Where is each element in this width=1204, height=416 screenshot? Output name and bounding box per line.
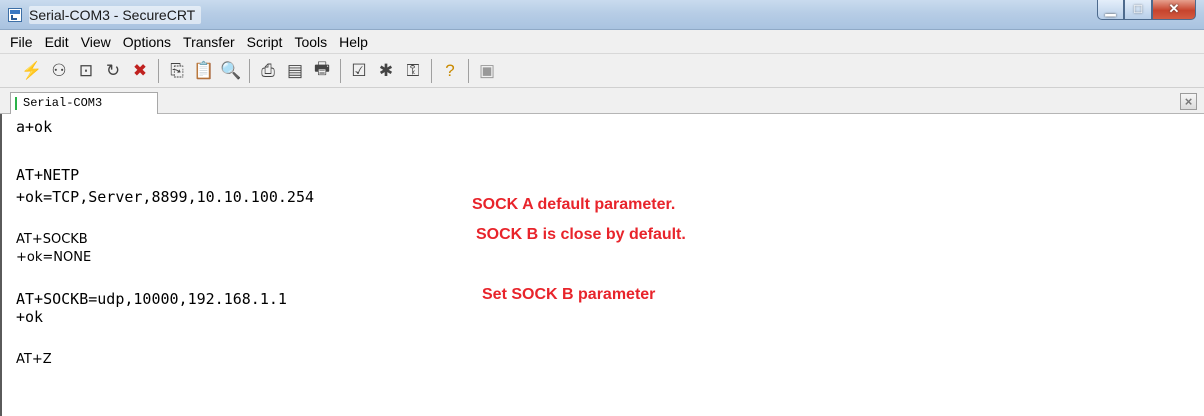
terminal-line: +ok — [16, 308, 44, 326]
disconnect-icon[interactable]: ✖ — [128, 59, 152, 83]
menu-script[interactable]: Script — [241, 31, 289, 53]
close-button[interactable]: ✕ — [1152, 0, 1196, 20]
annotation-sock-b-closed: SOCK B is close by default. — [476, 226, 686, 243]
connected-status-indicator — [15, 97, 17, 110]
global-options-icon[interactable]: ✱ — [374, 59, 398, 83]
find-icon[interactable]: 🔍 — [219, 59, 243, 83]
session-options-icon[interactable]: ☑ — [347, 59, 371, 83]
menu-help[interactable]: Help — [333, 31, 374, 53]
window-controls: ▁ □ ✕ — [1097, 0, 1196, 20]
terminal-line: AT+SOCKB — [16, 232, 88, 247]
connect-in-tab-icon[interactable]: ⊡ — [74, 59, 98, 83]
toolbar-separator — [158, 58, 159, 83]
terminal-line: a+ok — [16, 118, 53, 136]
toolbar: ⚡ ⚇ ⊡ ↻ ✖ ⎘ 📋 🔍 ⎙ ▤ 🖶 ☑ ✱ ⚿ ? ▣ — [0, 54, 1204, 88]
toolbar-separator — [249, 58, 250, 83]
tab-label: Serial-COM3 — [23, 96, 103, 110]
annotation-sock-a: SOCK A default parameter. — [472, 196, 676, 213]
toolbar-separator — [340, 58, 341, 83]
close-icon: ✕ — [1168, 1, 1180, 16]
terminal-line: AT+SOCKB=udp,10000,192.168.1.1 — [16, 290, 287, 308]
terminal-line: AT+Z — [16, 352, 52, 367]
toolbar-separator — [431, 58, 432, 83]
menu-edit[interactable]: Edit — [39, 31, 75, 53]
title-bar: Serial-COM3 - SecureCRT ▁ □ ✕ — [0, 0, 1204, 30]
session-tab-bar: Serial-COM3 × — [0, 88, 1204, 114]
reconnect-icon[interactable]: ↻ — [101, 59, 125, 83]
copy-icon[interactable]: ⎘ — [165, 59, 189, 83]
quick-connect-icon[interactable]: ⚇ — [47, 59, 71, 83]
annotation-set-sock-b: Set SOCK B parameter — [482, 286, 656, 303]
minimize-icon: ▁ — [1105, 1, 1116, 16]
paste-icon[interactable]: 📋 — [192, 59, 216, 83]
securecrt-app-icon[interactable] — [8, 8, 22, 22]
close-tab-button[interactable]: × — [1180, 93, 1197, 110]
print-selection-icon[interactable]: ▤ — [283, 59, 307, 83]
menu-transfer[interactable]: Transfer — [177, 31, 241, 53]
print-icon[interactable]: ⎙ — [256, 59, 280, 83]
minimize-button[interactable]: ▁ — [1097, 0, 1124, 20]
toolbar-separator — [468, 58, 469, 83]
connect-icon[interactable]: ⚡ — [20, 59, 44, 83]
menu-file[interactable]: File — [4, 31, 39, 53]
key-generator-icon[interactable]: ⚿ — [401, 59, 425, 83]
sftp-icon[interactable]: ▣ — [475, 59, 499, 83]
terminal-line: AT+NETP — [16, 166, 80, 184]
tab-serial-com3[interactable]: Serial-COM3 — [10, 92, 158, 114]
menu-tools[interactable]: Tools — [288, 31, 333, 53]
menu-options[interactable]: Options — [117, 31, 177, 53]
menu-view[interactable]: View — [75, 31, 117, 53]
maximize-button[interactable]: □ — [1124, 0, 1152, 20]
window-title: Serial-COM3 - SecureCRT — [29, 6, 202, 24]
menu-bar: File Edit View Options Transfer Script T… — [0, 30, 1204, 54]
terminal-line: +ok=NONE — [16, 250, 92, 265]
help-icon[interactable]: ? — [438, 59, 462, 83]
terminal-output[interactable]: a+ok AT+NETP +ok=TCP,Server,8899,10.10.1… — [0, 114, 1204, 416]
terminal-line: +ok=TCP,Server,8899,10.10.100.254 — [16, 188, 315, 206]
print-setup-icon[interactable]: 🖶 — [310, 59, 334, 83]
maximize-icon: □ — [1134, 1, 1142, 16]
